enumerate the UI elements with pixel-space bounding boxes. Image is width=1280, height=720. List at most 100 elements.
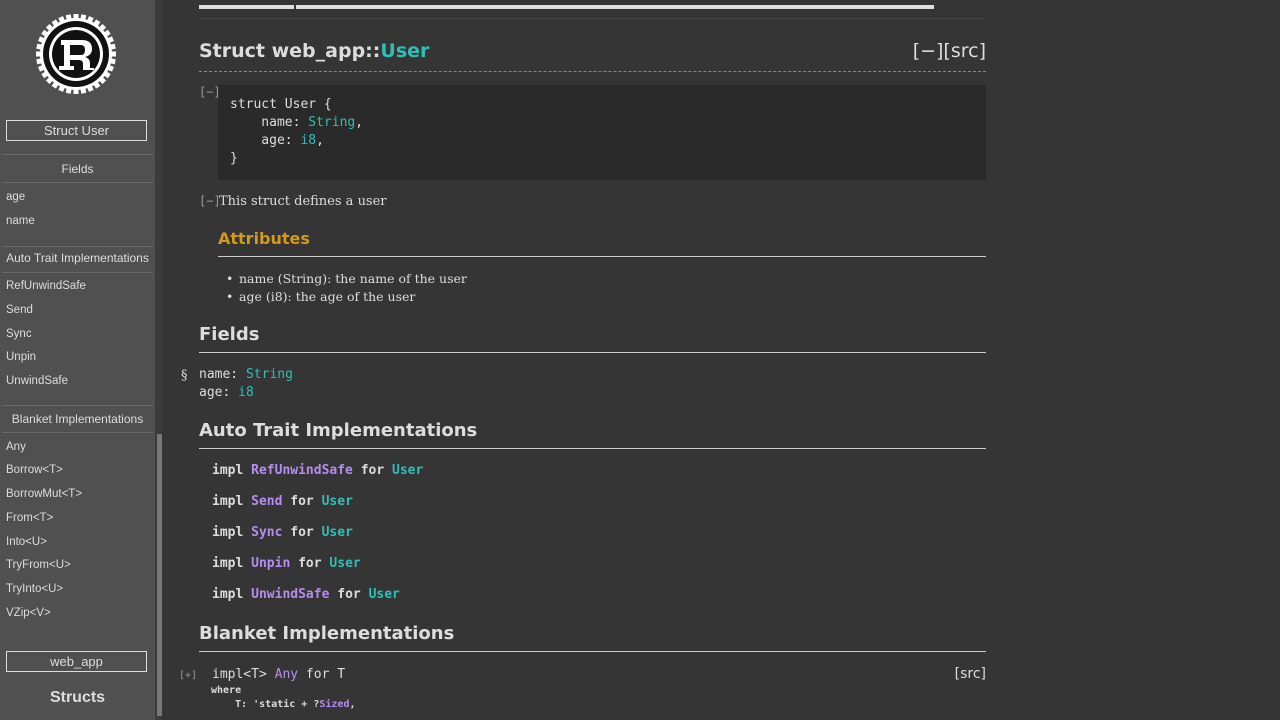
field-label: name: bbox=[199, 367, 246, 382]
sidebar-fields-heading[interactable]: Fields bbox=[0, 162, 155, 176]
code-line: } bbox=[230, 151, 238, 166]
collapse-src-link[interactable]: [−][src] bbox=[913, 40, 986, 62]
impl-refunwindsafe: impl RefUnwindSafe for User bbox=[212, 463, 423, 478]
keyword: for bbox=[290, 556, 330, 571]
type-link[interactable]: User bbox=[329, 556, 360, 571]
page-title-struct-name: User bbox=[380, 40, 430, 62]
sidebar-item-age[interactable]: age bbox=[6, 191, 25, 203]
attributes-heading: Attributes bbox=[218, 229, 310, 248]
field-type-link[interactable]: String bbox=[246, 367, 293, 382]
list-item-text: age (i8): the age of the user bbox=[239, 289, 416, 304]
keyword: for bbox=[282, 525, 322, 540]
trait-link[interactable]: Sized bbox=[319, 699, 349, 710]
sidebar-divider bbox=[2, 182, 153, 183]
sidebar-item-from[interactable]: From<T> bbox=[6, 512, 53, 524]
sidebar-divider bbox=[2, 272, 153, 273]
field-age: age: i8 bbox=[199, 385, 254, 400]
code-punct: , bbox=[349, 699, 356, 710]
trait-link[interactable]: Any bbox=[275, 667, 298, 682]
sidebar-item-tryfrom[interactable]: TryFrom<U> bbox=[6, 559, 71, 571]
search-bar[interactable] bbox=[199, 5, 934, 9]
keyword: impl bbox=[212, 556, 252, 571]
keyword: impl bbox=[212, 494, 252, 509]
auto-trait-heading[interactable]: Auto Trait Implementations bbox=[199, 420, 477, 441]
list-item: age (i8): the age of the user bbox=[226, 289, 415, 304]
code-punct: , bbox=[316, 133, 324, 148]
trait-link[interactable]: RefUnwindSafe bbox=[251, 463, 353, 478]
sidebar-item-borrowmut[interactable]: BorrowMut<T> bbox=[6, 488, 82, 500]
page-title-prefix: Struct web_app:: bbox=[199, 40, 381, 62]
impl-send: impl Send for User bbox=[212, 494, 353, 509]
keyword: impl<T> bbox=[212, 667, 275, 682]
code-type-link[interactable]: String bbox=[308, 115, 355, 130]
list-item: name (String): the name of the user bbox=[226, 271, 467, 286]
keyword: for bbox=[282, 494, 322, 509]
keyword: impl bbox=[212, 463, 252, 478]
search-bar-divider bbox=[294, 3, 296, 11]
expand-toggle[interactable]: [+] bbox=[179, 670, 197, 681]
sidebar-item-vzip[interactable]: VZip<V> bbox=[6, 607, 51, 619]
attributes-divider bbox=[218, 256, 986, 257]
sidebar-scrollbar-thumb[interactable] bbox=[157, 434, 162, 716]
trait-link[interactable]: Sync bbox=[251, 525, 282, 540]
impl-any: impl<T> Any for T bbox=[212, 667, 345, 682]
field-name: name: String bbox=[199, 367, 293, 382]
sidebar-divider bbox=[2, 246, 153, 247]
sidebar-item-any[interactable]: Any bbox=[6, 441, 26, 453]
fields-heading[interactable]: Fields bbox=[199, 324, 259, 345]
field-label: age: bbox=[199, 385, 239, 400]
header-divider bbox=[199, 18, 986, 19]
trait-link[interactable]: Send bbox=[251, 494, 282, 509]
auto-trait-divider bbox=[199, 448, 986, 449]
sidebar-item-name[interactable]: name bbox=[6, 215, 35, 227]
type-link[interactable]: User bbox=[369, 587, 400, 602]
blanket-heading[interactable]: Blanket Implementations bbox=[199, 623, 454, 644]
list-item-text: name (String): the name of the user bbox=[239, 271, 467, 286]
blanket-divider bbox=[199, 651, 986, 652]
sidebar: Struct User Fields age name Auto Trait I… bbox=[0, 0, 155, 720]
collapse-docs-toggle[interactable]: [−] bbox=[199, 194, 221, 208]
sidebar-divider bbox=[2, 154, 153, 155]
field-anchor-icon[interactable]: § bbox=[181, 368, 188, 383]
code-line: age: i8, bbox=[230, 133, 324, 148]
rust-logo[interactable] bbox=[34, 12, 118, 96]
type-link[interactable]: User bbox=[392, 463, 423, 478]
trait-link[interactable]: Unpin bbox=[251, 556, 290, 571]
code-punct: , bbox=[355, 115, 364, 130]
code-type-link[interactable]: i8 bbox=[300, 133, 316, 148]
src-link[interactable]: [src] bbox=[955, 666, 986, 682]
doc-description: This struct defines a user bbox=[219, 194, 387, 209]
impl-unpin: impl Unpin for User bbox=[212, 556, 361, 571]
type-link[interactable]: User bbox=[322, 494, 353, 509]
sidebar-item-sync[interactable]: Sync bbox=[6, 328, 32, 340]
keyword: impl bbox=[212, 525, 252, 540]
code-line: struct User { bbox=[230, 97, 332, 112]
field-type-link[interactable]: i8 bbox=[238, 385, 254, 400]
sidebar-item-send[interactable]: Send bbox=[6, 304, 33, 316]
sidebar-blanket-heading[interactable]: Blanket Implementations bbox=[0, 412, 155, 426]
trait-link[interactable]: UnwindSafe bbox=[251, 587, 329, 602]
sidebar-divider bbox=[2, 405, 153, 406]
impl-sync: impl Sync for User bbox=[212, 525, 353, 540]
keyword: for bbox=[329, 587, 369, 602]
sidebar-item-into[interactable]: Into<U> bbox=[6, 536, 47, 548]
sidebar-item-refunwindsafe[interactable]: RefUnwindSafe bbox=[6, 280, 86, 292]
declaration-code-block bbox=[218, 85, 986, 180]
keyword: impl bbox=[212, 587, 252, 602]
keyword: for T bbox=[298, 667, 346, 682]
where-clause: where bbox=[211, 685, 242, 696]
sidebar-structs-heading[interactable]: Structs bbox=[0, 689, 155, 707]
title-divider bbox=[199, 71, 986, 72]
struct-user-button[interactable]: Struct User bbox=[6, 120, 147, 141]
sidebar-item-tryinto[interactable]: TryInto<U> bbox=[6, 583, 63, 595]
code-field-name: age: bbox=[230, 133, 301, 148]
crate-web-app-button[interactable]: web_app bbox=[6, 651, 147, 672]
sidebar-item-unpin[interactable]: Unpin bbox=[6, 351, 36, 363]
page-title: Struct web_app::User bbox=[199, 40, 429, 62]
sidebar-auto-trait-heading[interactable]: Auto Trait Implementations bbox=[0, 251, 155, 265]
keyword: for bbox=[352, 463, 393, 478]
type-link[interactable]: User bbox=[322, 525, 353, 540]
sidebar-item-unwindsafe[interactable]: UnwindSafe bbox=[6, 375, 68, 387]
fields-divider bbox=[199, 352, 986, 353]
sidebar-item-borrow[interactable]: Borrow<T> bbox=[6, 464, 63, 476]
